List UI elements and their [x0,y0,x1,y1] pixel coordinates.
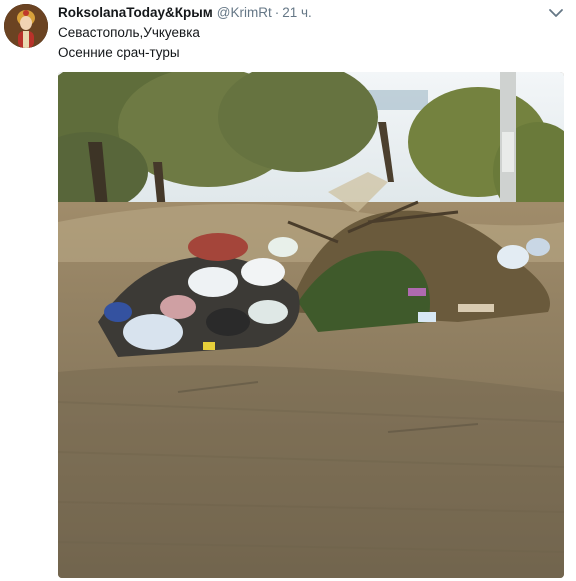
user-handle[interactable]: @KrimRt [217,5,272,20]
separator-dot: · [274,5,280,20]
tweet-header: RoksolanaToday&Крым @KrimRt · 21 ч. [58,4,536,22]
tweet: RoksolanaToday&Крым @KrimRt · 21 ч. Севасто… [0,0,576,581]
chevron-down-icon[interactable] [548,6,564,20]
tweet-photo[interactable] [58,72,564,578]
tweet-text-line-1: Севастополь,Учкуевка [58,25,200,40]
photo-garbage-pile [58,72,564,578]
tweet-text-line-2: Осенние срач-туры [58,45,180,60]
avatar-image [4,4,48,48]
display-name[interactable]: RoksolanaToday&Крым [58,5,213,20]
avatar[interactable] [4,4,48,48]
tweet-timestamp[interactable]: 21 ч. [282,5,312,20]
